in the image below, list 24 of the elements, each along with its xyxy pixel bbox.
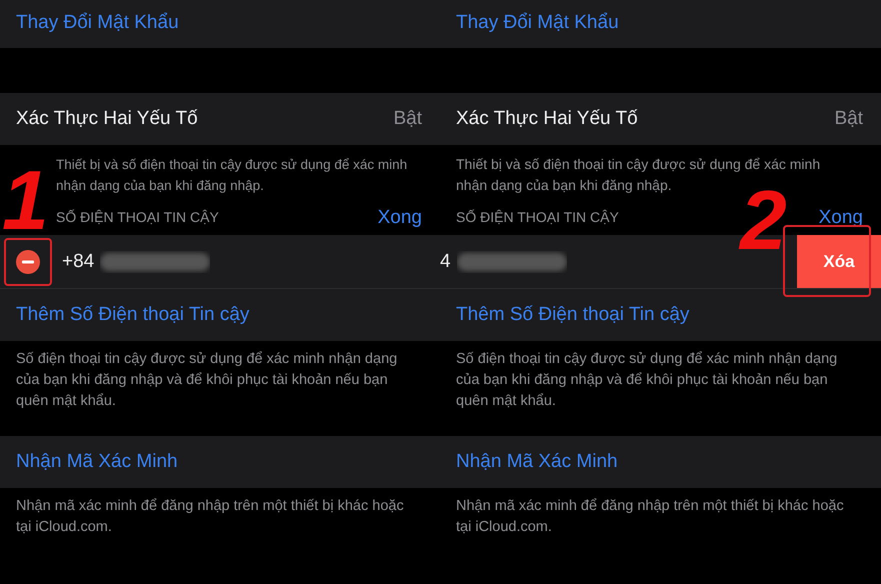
change-password-link[interactable]: Thay Đổi Mật Khẩu xyxy=(456,12,619,34)
two-factor-status: Bật xyxy=(834,108,863,130)
delete-minus-icon[interactable] xyxy=(16,250,40,274)
get-code-link[interactable]: Nhận Mã Xác Minh xyxy=(16,451,178,473)
delete-button[interactable]: Xóa xyxy=(797,235,881,288)
done-button[interactable]: Xong xyxy=(378,207,422,229)
footer-note: Số điện thoại tin cậy được sử dụng để xác minh nhận dạng của bạn khi đăng nhập và để khôi phục tài khoản nếu bạn quên mật khẩu. xyxy=(15,350,398,411)
settings-row[interactable]: Thay Đổi Mật Khẩu xyxy=(0,0,440,48)
footer-note: Nhận mã xác minh để đăng nhập trên một thiết bị khác hoặc tại iCloud.com. xyxy=(455,497,845,537)
done-button[interactable]: Xong xyxy=(818,207,863,229)
two-factor-status: Bật xyxy=(393,108,422,130)
get-code-link[interactable]: Nhận Mã Xác Minh xyxy=(456,451,618,473)
phone-number: +84 xyxy=(62,250,94,272)
settings-row[interactable]: Thay Đổi Mật Khẩu xyxy=(440,0,881,48)
change-password-link[interactable]: Thay Đổi Mật Khẩu xyxy=(16,12,179,34)
footer-note: Thiết bị và số điện thoại tin cậy được sử dụng để xác minh nhận dạng của bạn khi đăng nhập. xyxy=(55,156,408,195)
footer-note: Số điện thoại tin cậy được sử dụng để xác minh nhận dạng của bạn khi đăng nhập và để khôi phục tài khoản nếu bạn quên mật khẩu. xyxy=(455,350,838,411)
phone-number: 4 xyxy=(440,250,451,272)
two-factor-label: Xác Thực Hai Yếu Tố xyxy=(456,108,638,130)
section-header: SỐ ĐIỆN THOẠI TIN CẬY xyxy=(456,209,619,225)
footer-note: Nhận mã xác minh để đăng nhập trên một thiết bị khác hoặc tại iCloud.com. xyxy=(15,497,405,537)
step-number: 1 xyxy=(2,158,49,242)
two-factor-label: Xác Thực Hai Yếu Tố xyxy=(16,108,198,130)
section-header: SỐ ĐIỆN THOẠI TIN CẬY xyxy=(56,209,219,225)
